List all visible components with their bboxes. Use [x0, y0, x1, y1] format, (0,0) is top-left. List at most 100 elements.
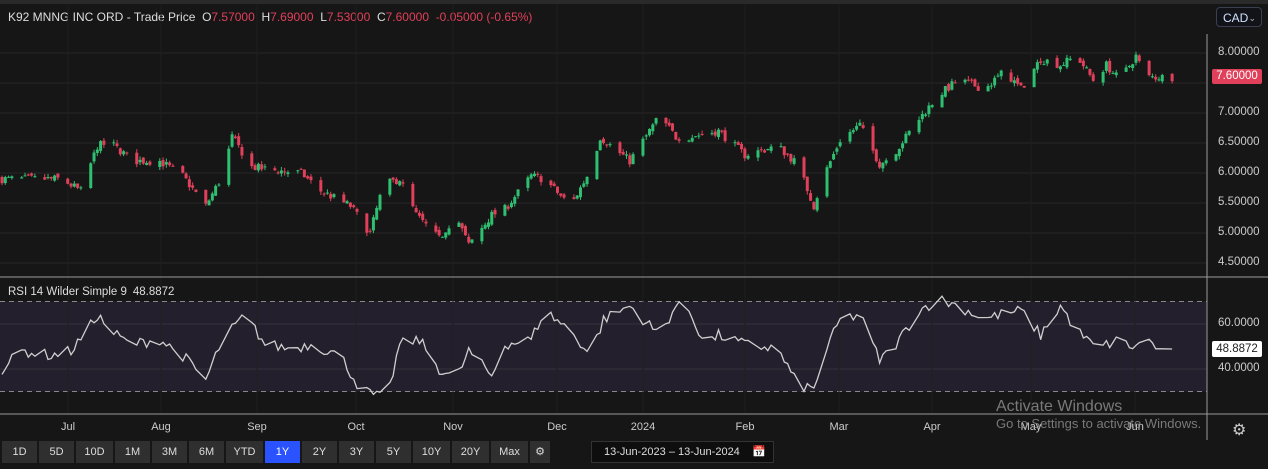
candle-body [394, 179, 398, 185]
time-axis-label: Nov [443, 421, 463, 433]
candle-body [1111, 72, 1115, 74]
rsi-axis-label: 40.0000 [1218, 362, 1260, 374]
range-button-1m[interactable]: 1M [115, 441, 150, 463]
candle-body [605, 144, 609, 146]
candle-body [562, 194, 566, 198]
candle-body [375, 207, 379, 220]
candle-body [1150, 76, 1154, 78]
candle-body [204, 189, 208, 204]
time-axis-label: Mar [829, 421, 849, 433]
calendar-icon: 📅 [752, 446, 766, 458]
candle-body [552, 183, 556, 187]
candle-body [447, 228, 451, 235]
candle-body [989, 85, 993, 87]
range-button-3m[interactable]: 3M [152, 441, 187, 463]
candle-body [1124, 67, 1128, 72]
candle-body [664, 117, 668, 124]
time-axis-label: Apr [923, 421, 941, 433]
date-sep: – [668, 446, 675, 458]
candle-body [184, 173, 188, 179]
candle-body [411, 184, 415, 207]
candle-body [789, 153, 793, 162]
candle-body [654, 118, 658, 124]
candle-body [855, 125, 859, 130]
candle-body [276, 172, 280, 174]
rsi-value: 48.8872 [132, 286, 175, 298]
candle-body [118, 148, 122, 155]
candle-body [33, 176, 37, 178]
candle-body [644, 135, 648, 137]
candle-body [631, 154, 635, 165]
candle-body [158, 161, 162, 168]
candle-body [1012, 80, 1016, 84]
candle-body [993, 77, 997, 86]
settings-gear-icon[interactable]: ⚙ [1232, 420, 1246, 440]
range-button-max[interactable]: Max [491, 441, 528, 463]
candle-body [187, 179, 191, 188]
candle-body [66, 178, 70, 184]
candle-body [779, 146, 783, 148]
date-range-picker[interactable]: 13-Jun-2023 – 13-Jun-2024 📅 [591, 441, 774, 463]
candle-body [273, 168, 277, 171]
candle-body [434, 225, 438, 232]
candle-body [306, 176, 310, 179]
candle-body [286, 172, 290, 175]
range-settings-icon[interactable]: ⚙ [530, 441, 550, 463]
candle-body [999, 70, 1003, 77]
candle-body [805, 176, 809, 192]
candle-body [95, 149, 99, 153]
range-button-10d[interactable]: 10D [76, 441, 113, 463]
candle-body [49, 177, 53, 179]
candle-body [325, 192, 329, 194]
candle-body [20, 177, 24, 179]
candle-body [802, 157, 806, 178]
candle-body [3, 177, 7, 184]
candle-body [1019, 82, 1023, 86]
candle-body [917, 119, 921, 133]
candle-body [102, 140, 106, 145]
candle-body [812, 202, 816, 210]
range-button-5y[interactable]: 5Y [376, 441, 411, 463]
candle-body [648, 129, 652, 136]
range-button-ytd[interactable]: YTD [226, 441, 263, 463]
candle-body [161, 160, 165, 167]
candle-body [483, 224, 487, 229]
candle-body [1035, 62, 1039, 70]
candle-body [621, 151, 625, 155]
candle-body [953, 82, 957, 84]
candle-body [332, 194, 336, 198]
range-button-5d[interactable]: 5D [39, 441, 74, 463]
candle-body [365, 213, 369, 233]
range-button-2y[interactable]: 2Y [302, 441, 337, 463]
candle-body [1058, 66, 1062, 70]
candle-body [43, 177, 47, 180]
candle-body [1127, 66, 1131, 68]
candle-body [575, 195, 579, 199]
candle-body [628, 155, 632, 165]
candle-body [694, 136, 698, 138]
candle-body [46, 177, 50, 179]
candle-body [555, 186, 559, 193]
candle-body [572, 197, 576, 200]
range-button-3y[interactable]: 3Y [339, 441, 374, 463]
candle-body [115, 143, 119, 146]
candle-body [930, 105, 934, 108]
rsi-title: RSI 14 Wilder Simple 9 [8, 286, 127, 298]
candle-body [532, 173, 536, 177]
range-button-1d[interactable]: 1D [2, 441, 37, 463]
candle-body [861, 125, 865, 128]
candle-body [598, 140, 602, 151]
candle-body [907, 130, 911, 135]
candle-body [53, 175, 57, 181]
candle-body [342, 194, 346, 203]
range-buttons: 1D 5D 10D 1M 3M 6M YTD 1Y 2Y 3Y 5Y 10Y 20Y Max ⚙ [2, 441, 550, 463]
candle-body [687, 140, 691, 142]
range-button-20y[interactable]: 20Y [452, 441, 489, 463]
candle-body [950, 81, 954, 90]
candle-body [322, 193, 326, 195]
range-button-6m[interactable]: 6M [189, 441, 224, 463]
range-button-1y[interactable]: 1Y [265, 441, 300, 463]
candle-body [1131, 64, 1135, 68]
candle-body [976, 86, 980, 91]
range-button-10y[interactable]: 10Y [413, 441, 450, 463]
